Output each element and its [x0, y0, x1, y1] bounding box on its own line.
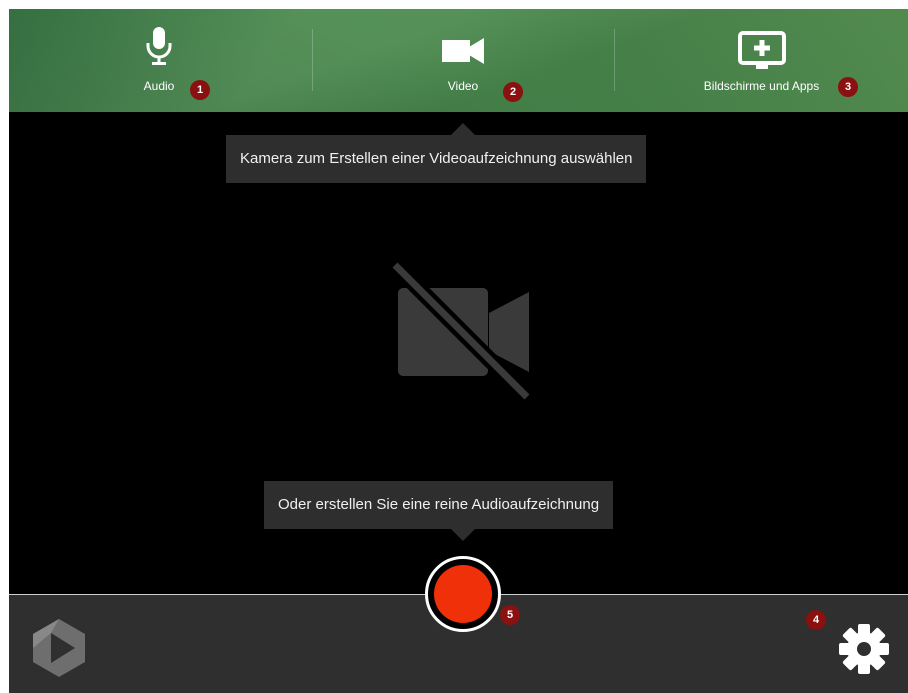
screens-step-badge: 3	[838, 77, 858, 97]
tab-audio-label: Audio	[143, 79, 175, 93]
source-selection-bar: Audio 1 Video 2 Bildschirme und Apps 3	[9, 9, 908, 112]
microphone-icon	[144, 27, 174, 76]
gear-icon[interactable]	[837, 622, 891, 681]
panopto-logo-icon	[31, 617, 87, 684]
video-step-badge: 2	[503, 82, 523, 102]
record-icon	[434, 565, 492, 623]
record-button[interactable]	[425, 556, 501, 632]
tooltip-arrow	[451, 529, 475, 541]
record-step-badge: 5	[500, 605, 520, 625]
settings-step-badge: 4	[806, 610, 826, 630]
tab-screens-and-apps[interactable]: Bildschirme und Apps	[615, 9, 908, 112]
video-off-icon	[389, 259, 539, 406]
audio-step-badge: 1	[190, 80, 210, 100]
audio-only-hint-tooltip: Oder erstellen Sie eine reine Audioaufze…	[264, 481, 614, 529]
tab-audio[interactable]: Audio	[9, 9, 309, 112]
add-screen-icon	[737, 31, 786, 78]
recorder-window: Audio 1 Video 2 Bildschirme und Apps 3 K…	[9, 9, 908, 693]
tab-video[interactable]: Video	[313, 9, 613, 112]
tab-video-label: Video	[447, 79, 479, 93]
tooltip-arrow	[451, 123, 475, 135]
tab-screens-label: Bildschirme und Apps	[703, 79, 820, 93]
camera-hint-tooltip: Kamera zum Erstellen einer Videoaufzeich…	[226, 135, 647, 183]
video-camera-icon	[442, 37, 484, 70]
